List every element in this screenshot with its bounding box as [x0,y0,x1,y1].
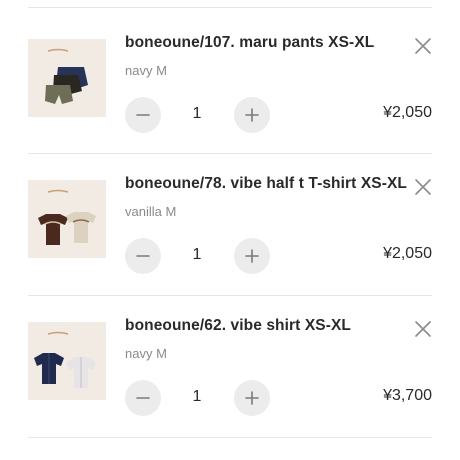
increase-quantity-button[interactable] [234,380,270,416]
product-title[interactable]: boneoune/78. vibe half t T-shirt XS-XL [125,175,407,193]
minus-icon [136,397,150,399]
quantity-value: 1 [192,246,202,263]
minus-icon [136,114,150,116]
cart-item: boneoune/107. maru pants XS-XL navy M 1 … [0,8,460,150]
close-icon [415,179,431,195]
product-image[interactable] [28,322,106,400]
quantity-value: 1 [192,105,202,122]
plus-icon [245,391,259,405]
increase-quantity-button[interactable] [234,238,270,274]
item-price: ¥2,050 [383,245,432,262]
decrease-quantity-button[interactable] [125,97,161,133]
quantity-value: 1 [192,388,202,405]
cart-item: boneoune/62. vibe shirt XS-XL navy M 1 ¥… [0,291,460,433]
minus-icon [136,255,150,257]
product-title[interactable]: boneoune/107. maru pants XS-XL [125,34,374,52]
product-variant: vanilla M [125,204,177,219]
product-title[interactable]: boneoune/62. vibe shirt XS-XL [125,317,351,335]
product-variant: navy M [125,346,167,361]
plus-icon [245,249,259,263]
remove-item-button[interactable] [412,176,434,198]
remove-item-button[interactable] [412,318,434,340]
product-variant: navy M [125,63,167,78]
decrease-quantity-button[interactable] [125,238,161,274]
product-image[interactable] [28,39,106,117]
item-price: ¥2,050 [383,104,432,121]
increase-quantity-button[interactable] [234,97,270,133]
close-icon [415,321,431,337]
item-price: ¥3,700 [383,387,432,404]
divider [28,437,432,438]
close-icon [415,38,431,54]
product-image[interactable] [28,180,106,258]
plus-icon [245,108,259,122]
cart-list: boneoune/107. maru pants XS-XL navy M 1 … [0,0,460,460]
cart-item: boneoune/78. vibe half t T-shirt XS-XL v… [0,149,460,291]
decrease-quantity-button[interactable] [125,380,161,416]
remove-item-button[interactable] [412,35,434,57]
